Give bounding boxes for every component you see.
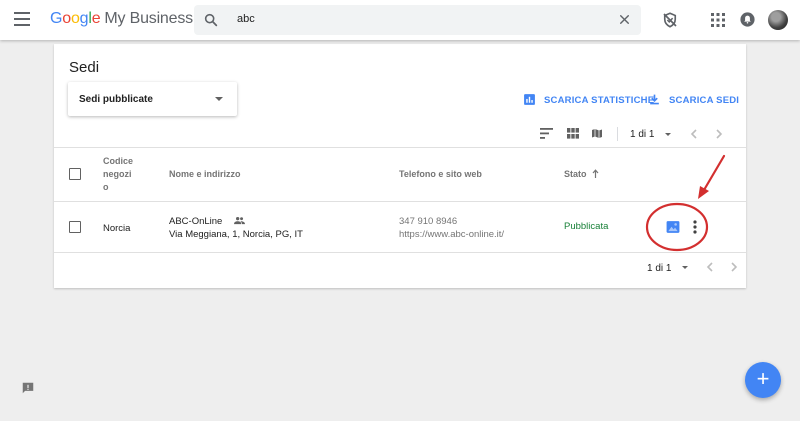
chevron-left-icon[interactable] <box>690 129 697 139</box>
verified-off-icon[interactable] <box>661 11 679 29</box>
location-phone: 347 910 8946 <box>399 216 458 227</box>
chevron-right-icon[interactable] <box>731 262 738 272</box>
add-icon: + <box>756 366 770 391</box>
location-website[interactable]: https://www.abc-online.it/ <box>399 228 504 241</box>
sort-ascending-icon <box>592 169 599 178</box>
avatar[interactable] <box>768 10 788 30</box>
divider <box>54 252 746 253</box>
location-address: Via Meggiana, 1, Norcia, PG, IT <box>169 229 303 240</box>
rows-per-page-dropdown-icon[interactable] <box>682 266 688 269</box>
bar-chart-icon <box>524 94 535 105</box>
location-name[interactable]: ABC-OnLine <box>169 216 222 227</box>
locations-card: Sedi Sedi pubblicate SCARICA STATISTICHE… <box>54 44 746 288</box>
column-header-phone-web[interactable]: Telefono e sito web <box>399 168 482 181</box>
notifications-icon[interactable] <box>739 11 756 28</box>
chevron-right-icon[interactable] <box>716 129 723 139</box>
chevron-left-icon[interactable] <box>706 262 713 272</box>
page-title: Sedi <box>69 59 100 76</box>
column-header-name-address[interactable]: Nome e indirizzo <box>169 168 241 181</box>
table-row[interactable]: Norcia ABC-OnLine Via Meggiana, 1, Norci… <box>54 202 746 252</box>
people-icon <box>234 217 245 225</box>
row-select-checkbox[interactable] <box>69 221 81 233</box>
toolbar-divider <box>617 127 618 141</box>
product-name: My Business <box>104 10 193 27</box>
column-header-store-code[interactable]: Codice negozi o <box>103 155 133 194</box>
pagination-label-top: 1 di 1 <box>630 129 655 140</box>
map-view-icon[interactable] <box>591 127 603 140</box>
filter-selected-value: Sedi pubblicate <box>79 94 153 105</box>
sort-icon[interactable] <box>540 128 553 139</box>
add-location-button[interactable]: + <box>745 362 781 398</box>
search-box[interactable]: abc <box>194 5 641 35</box>
download-statistics-button[interactable]: SCARICA STATISTICHE <box>524 94 654 106</box>
apps-grid-icon[interactable] <box>711 13 725 27</box>
menu-icon[interactable] <box>14 12 30 26</box>
select-all-checkbox[interactable] <box>69 168 81 180</box>
top-app-bar: Google My Business abc <box>0 0 800 40</box>
download-locations-button[interactable]: SCARICA SEDI <box>650 94 739 106</box>
pagination-label-bottom: 1 di 1 <box>647 263 672 274</box>
grid-view-icon[interactable] <box>567 128 579 139</box>
locations-filter-select[interactable]: Sedi pubblicate <box>68 82 237 116</box>
feedback-icon[interactable] <box>21 381 35 395</box>
column-header-status[interactable]: Stato <box>564 168 599 181</box>
divider <box>54 147 746 148</box>
download-icon <box>650 94 659 105</box>
post-icon[interactable] <box>666 220 680 234</box>
google-my-business-logo[interactable]: Google My Business <box>50 10 193 28</box>
more-vert-icon[interactable] <box>692 220 698 234</box>
store-code: Norcia <box>103 223 131 234</box>
dropdown-arrow-icon <box>215 97 223 101</box>
rows-per-page-dropdown-icon[interactable] <box>665 133 671 136</box>
close-icon[interactable] <box>618 13 631 26</box>
search-input[interactable]: abc <box>237 13 255 25</box>
status-badge: Pubblicata <box>564 221 609 232</box>
search-icon[interactable] <box>203 12 219 28</box>
